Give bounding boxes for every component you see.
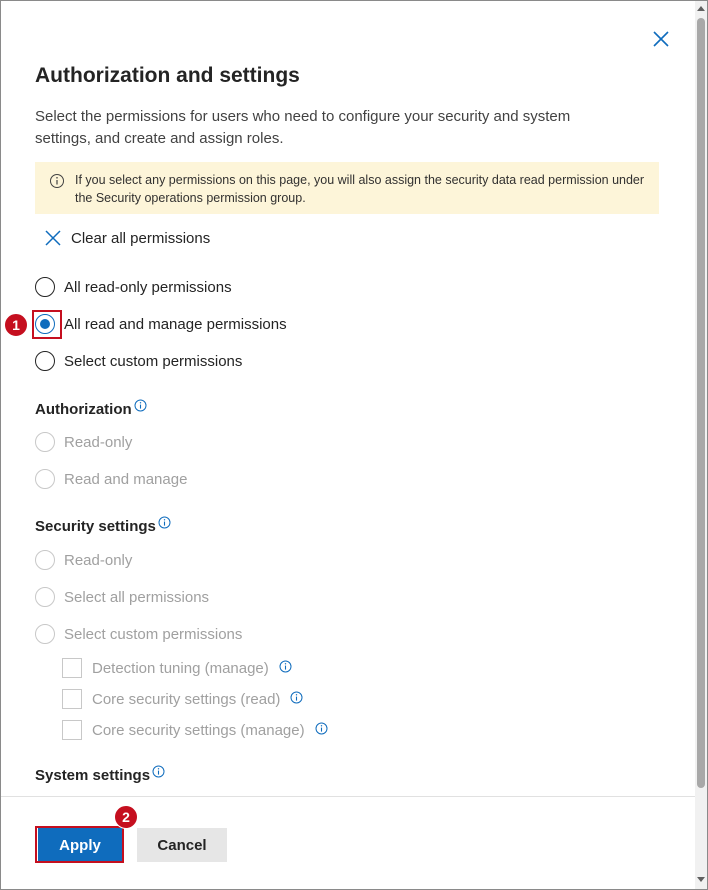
- radio-authorization-read-and-manage[interactable]: Read and manage: [35, 467, 187, 491]
- info-icon[interactable]: [134, 399, 147, 412]
- system-settings-heading: System settings: [35, 765, 165, 784]
- close-icon: [653, 31, 669, 47]
- vertical-scrollbar[interactable]: [695, 1, 707, 889]
- checkbox-label: Detection tuning (manage): [92, 659, 269, 677]
- security-settings-heading: Security settings: [35, 516, 171, 535]
- authorization-settings-panel: Authorization and settings Select the pe…: [0, 0, 708, 890]
- radio-label: Read-only: [64, 551, 133, 569]
- security-settings-heading-text: Security settings: [35, 518, 156, 535]
- checkbox-core-security-read[interactable]: Core security settings (read): [62, 688, 303, 710]
- info-icon[interactable]: [279, 660, 292, 673]
- x-icon: [45, 230, 61, 246]
- panel-title: Authorization and settings: [35, 64, 300, 87]
- scrollbar-thumb[interactable]: [697, 18, 705, 788]
- footer-divider: [1, 796, 695, 797]
- radio-all-read-only[interactable]: All read-only permissions: [35, 275, 232, 299]
- step1-badge: 1: [4, 313, 28, 337]
- radio-circle[interactable]: [35, 351, 55, 371]
- system-settings-heading-text: System settings: [35, 767, 151, 784]
- radio-label: Select custom permissions: [64, 352, 243, 370]
- step1-highlight: [32, 310, 62, 339]
- radio-circle[interactable]: [35, 432, 55, 452]
- radio-all-read-and-manage[interactable]: All read and manage permissions: [35, 312, 287, 336]
- scroll-up-arrow-icon[interactable]: [697, 6, 705, 11]
- radio-circle[interactable]: [35, 277, 55, 297]
- panel-description: Select the permissions for users who nee…: [35, 108, 571, 147]
- radio-label: All read and manage permissions: [64, 315, 287, 333]
- radio-label: All read-only permissions: [64, 278, 232, 296]
- checkbox-box[interactable]: [62, 658, 82, 678]
- info-icon: [50, 174, 64, 188]
- clear-all-permissions-button[interactable]: Clear all permissions: [43, 227, 210, 249]
- info-icon[interactable]: [152, 765, 165, 778]
- radio-security-select-custom[interactable]: Select custom permissions: [35, 622, 242, 646]
- checkbox-box[interactable]: [62, 720, 82, 740]
- checkbox-label: Core security settings (manage): [92, 721, 305, 739]
- scroll-down-arrow-icon[interactable]: [697, 877, 705, 882]
- radio-label: Select custom permissions: [64, 625, 243, 643]
- checkbox-label: Core security settings (read): [92, 690, 281, 708]
- radio-select-custom[interactable]: Select custom permissions: [35, 349, 242, 373]
- info-message-text: If you select any permissions on this pa…: [75, 173, 645, 205]
- checkbox-core-security-manage[interactable]: Core security settings (manage): [62, 719, 328, 741]
- checkbox-box[interactable]: [62, 689, 82, 709]
- radio-circle[interactable]: [35, 469, 55, 489]
- radio-security-select-all[interactable]: Select all permissions: [35, 585, 209, 609]
- radio-circle[interactable]: [35, 587, 55, 607]
- authorization-heading: Authorization: [35, 399, 147, 418]
- authorization-heading-text: Authorization: [35, 401, 132, 418]
- info-icon[interactable]: [315, 722, 328, 735]
- info-message-bar: If you select any permissions on this pa…: [35, 162, 659, 214]
- info-icon[interactable]: [158, 516, 171, 529]
- radio-label: Select all permissions: [64, 588, 210, 606]
- step2-highlight: [35, 826, 124, 863]
- radio-circle[interactable]: [35, 624, 55, 644]
- cancel-button[interactable]: Cancel: [137, 828, 227, 862]
- checkbox-detection-tuning-manage[interactable]: Detection tuning (manage): [62, 657, 292, 679]
- radio-label: Read and manage: [64, 470, 188, 488]
- close-button[interactable]: [649, 27, 673, 51]
- radio-authorization-read-only[interactable]: Read-only: [35, 430, 132, 454]
- radio-label: Read-only: [64, 433, 133, 451]
- radio-security-read-only[interactable]: Read-only: [35, 548, 132, 572]
- radio-circle[interactable]: [35, 550, 55, 570]
- clear-all-label: Clear all permissions: [71, 229, 211, 247]
- step2-badge: 2: [114, 805, 138, 829]
- info-icon[interactable]: [290, 691, 303, 704]
